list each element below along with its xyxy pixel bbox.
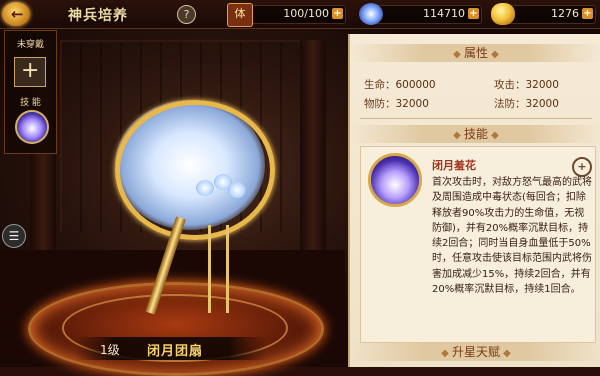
silver-value: 114710 xyxy=(423,7,465,20)
stamina-icon: 体 xyxy=(227,3,253,27)
add-silver-button[interactable]: + xyxy=(468,8,479,19)
equip-side-panel: 未穿戴 + 技 能 xyxy=(4,30,57,154)
skill-lotus-icon[interactable] xyxy=(15,110,49,144)
attributes-heading: ◆ 属性 ◆ xyxy=(350,44,600,62)
gold-resource: 1276 + xyxy=(491,3,596,25)
skill-label: 技 能 xyxy=(20,98,41,108)
add-gold-button[interactable]: + xyxy=(582,8,593,19)
fan-flower-ornament xyxy=(228,182,246,198)
gold-ingot-icon xyxy=(491,3,515,25)
back-button[interactable]: ← xyxy=(2,2,30,26)
weapon-name: 闭月团扇 xyxy=(147,344,204,359)
fan-tassel xyxy=(226,225,229,313)
stamina-value: 100/100 xyxy=(283,7,329,20)
skill-name: 闭月羞花 xyxy=(432,159,476,172)
stamina-resource: 体 100/100 + xyxy=(227,3,346,27)
fan-flower-ornament xyxy=(196,180,214,196)
chat-icon[interactable]: ☰ xyxy=(2,224,26,248)
skill-lotus-icon xyxy=(368,153,422,207)
talent-heading: ◆ 升星天赋 ◆ xyxy=(350,343,600,361)
stat-magic-defense: 法防：32000 xyxy=(494,98,559,110)
divider xyxy=(360,118,592,119)
fan-tassel xyxy=(208,225,211,313)
add-stamina-button[interactable]: + xyxy=(332,8,343,19)
back-arrow-icon: ← xyxy=(11,5,24,23)
silver-resource: 114710 + xyxy=(359,3,482,25)
help-button[interactable]: ? xyxy=(177,5,196,24)
info-panel: ◆ 属性 ◆ 生命：600000 攻击：32000 物防：32000 法防：32… xyxy=(348,34,600,367)
stat-hp: 生命：600000 xyxy=(364,79,436,91)
silver-coin-icon xyxy=(359,3,383,25)
page-title: 神兵培养 xyxy=(68,8,128,24)
plus-icon: + xyxy=(21,58,40,83)
weapon-level: 1级 xyxy=(100,343,120,357)
zoom-in-icon[interactable]: + xyxy=(572,157,592,177)
unequipped-label: 未穿戴 xyxy=(16,40,44,50)
stat-physical-defense: 物防：32000 xyxy=(364,98,429,110)
gold-value: 1276 xyxy=(551,7,579,20)
stat-attack: 攻击：32000 xyxy=(494,79,559,91)
equip-slot-button[interactable]: + xyxy=(14,57,46,87)
fan-frame xyxy=(115,100,275,240)
skill-heading: ◆ 技能 ◆ xyxy=(350,125,600,143)
skill-description: 首次攻击时，对敌方怒气最高的武将及周围造成中毒状态(每回合；扣除释放者90%攻击… xyxy=(432,177,592,296)
